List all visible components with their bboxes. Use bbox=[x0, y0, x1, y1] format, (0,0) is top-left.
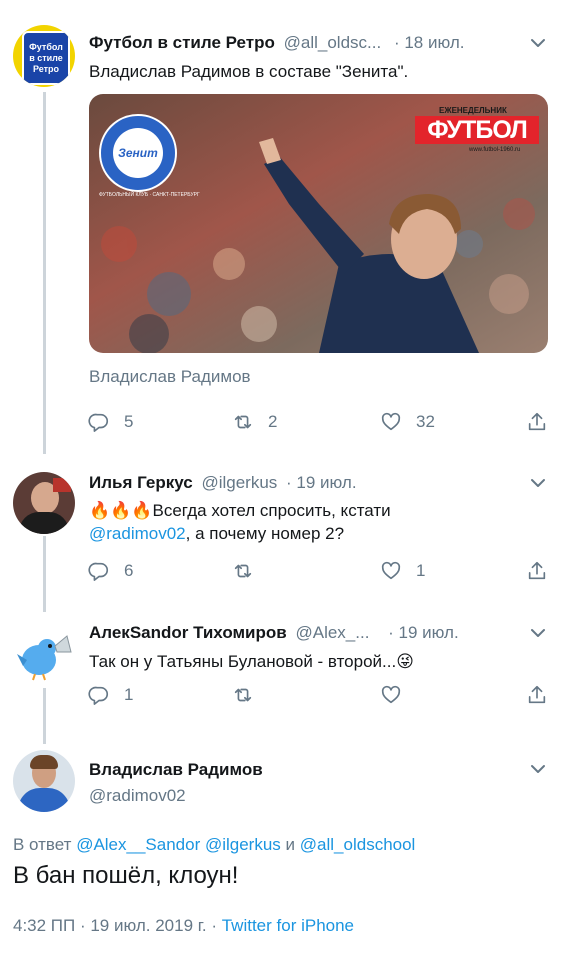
retweet-icon bbox=[234, 415, 252, 429]
tweet-text: В бан пошёл, клоун! bbox=[13, 862, 239, 889]
magazine-header: ЕЖЕНЕДЕЛЬНИК bbox=[439, 106, 507, 115]
like-button[interactable] bbox=[380, 680, 416, 710]
fire-emoji: 🔥🔥🔥 bbox=[89, 501, 153, 520]
tweet-text: Владислав Радимов в составе "Зенита". bbox=[89, 62, 409, 81]
author-handle[interactable]: @radimov02 bbox=[89, 786, 186, 805]
tweet-timestamp: 4:32 ПП · 19 июл. 2019 г. · Twitter for … bbox=[13, 916, 354, 936]
reply-to-link[interactable]: @all_oldschool bbox=[300, 835, 416, 854]
share-icon bbox=[528, 561, 546, 580]
reply-icon bbox=[88, 413, 109, 432]
reply-button[interactable]: 1 bbox=[88, 680, 133, 710]
share-button[interactable] bbox=[526, 680, 548, 710]
club-logo-ring: ФУТБОЛЬНЫЙ КЛУБ · САНКТ-ПЕТЕРБУРГ bbox=[99, 192, 200, 198]
reply-count: 6 bbox=[124, 561, 134, 580]
source-link[interactable]: Twitter for iPhone bbox=[222, 916, 354, 935]
magazine-url: www.futbol-1960.ru bbox=[469, 147, 521, 153]
reply-context: В ответ @Alex__Sandor @ilgerkus и @all_o… bbox=[13, 835, 415, 855]
retweet-icon bbox=[234, 564, 252, 578]
wink-emoji: 😜 bbox=[396, 652, 414, 671]
club-logo-text: Зенит bbox=[118, 146, 158, 160]
magazine-title: ФУТБОЛ bbox=[415, 116, 539, 144]
tweet-text-part: Всегда хотел спросить, кстати bbox=[152, 501, 391, 520]
avatar[interactable] bbox=[13, 622, 75, 684]
tweet-text-part: Так он у Татьяны Булановой - второй... bbox=[89, 652, 397, 671]
photo-caption: Владислав Радимов bbox=[89, 367, 251, 386]
author-handle[interactable]: @ilgerkus bbox=[201, 473, 277, 492]
chevron-down-icon[interactable] bbox=[527, 472, 549, 494]
author-name[interactable]: Владислав Радимов bbox=[89, 760, 263, 779]
heart-icon bbox=[381, 412, 401, 431]
tweet-gerkus[interactable]: Илья Геркус @ilgerkus · 19 июл. 🔥🔥🔥Всегд… bbox=[0, 460, 561, 610]
share-icon bbox=[528, 412, 546, 431]
share-button[interactable] bbox=[526, 407, 548, 437]
heart-icon bbox=[381, 561, 401, 580]
reply-icon bbox=[88, 562, 109, 581]
retweet-button[interactable] bbox=[232, 556, 268, 586]
reply-prefix: В ответ bbox=[13, 835, 72, 854]
author-name[interactable]: Футбол в стиле Ретро bbox=[89, 33, 275, 52]
tweet-photo[interactable]: Зенит ФУТБОЛЬНЫЙ КЛУБ · САНКТ-ПЕТЕРБУРГ … bbox=[89, 94, 548, 353]
reply-to-links[interactable]: @Alex__Sandor @ilgerkus bbox=[76, 835, 281, 854]
tweet-text: 🔥🔥🔥Всегда хотел спросить, кстати @radimo… bbox=[89, 499, 529, 545]
club-logo: Зенит bbox=[99, 114, 177, 192]
tweet-date[interactable]: · 18 июл. bbox=[394, 33, 465, 52]
tweet-text-part: , а почему номер 2? bbox=[185, 524, 345, 543]
reply-button[interactable]: 6 bbox=[88, 556, 133, 586]
avatar-text: Футбол bbox=[29, 41, 63, 52]
tweet-date[interactable]: · 19 июл. bbox=[388, 623, 459, 642]
main-tweet[interactable]: Владислав Радимов @radimov02 В ответ @Al… bbox=[0, 740, 561, 960]
chevron-down-icon[interactable] bbox=[527, 622, 549, 644]
share-icon bbox=[528, 685, 546, 704]
chevron-down-icon[interactable] bbox=[527, 32, 549, 54]
reply-count: 1 bbox=[124, 685, 134, 704]
heart-icon bbox=[381, 685, 401, 704]
tweet-retro[interactable]: Футбол в стиле Ретро Футбол в стиле Ретр… bbox=[0, 0, 561, 460]
share-button[interactable] bbox=[526, 556, 548, 586]
retweet-icon bbox=[234, 688, 252, 702]
avatar-text: в стиле bbox=[29, 52, 63, 63]
retweet-count: 2 bbox=[268, 412, 278, 431]
avatar[interactable] bbox=[13, 750, 75, 812]
retweet-button[interactable] bbox=[232, 680, 268, 710]
author-handle[interactable]: @all_oldsc... bbox=[284, 33, 382, 52]
reply-icon bbox=[88, 686, 109, 705]
mention-link[interactable]: @radimov02 bbox=[89, 524, 186, 543]
avatar[interactable] bbox=[13, 472, 75, 534]
reply-button[interactable]: 5 bbox=[88, 407, 133, 437]
like-button[interactable]: 1 bbox=[380, 556, 425, 586]
like-button[interactable]: 32 bbox=[380, 407, 435, 437]
like-count: 32 bbox=[416, 412, 435, 431]
chevron-down-icon[interactable] bbox=[527, 758, 549, 780]
retweet-button[interactable]: 2 bbox=[232, 407, 277, 437]
avatar-badge: Футбол в стиле Ретро bbox=[22, 31, 70, 85]
bird-megaphone-icon bbox=[17, 635, 72, 681]
avatar[interactable]: Футбол в стиле Ретро bbox=[13, 25, 75, 87]
timestamp[interactable]: 4:32 ПП · 19 июл. 2019 г. · bbox=[13, 916, 217, 935]
tweet-date[interactable]: · 19 июл. bbox=[286, 473, 357, 492]
reply-count: 5 bbox=[124, 412, 134, 431]
magazine-logo: ЕЖЕНЕДЕЛЬНИК ФУТБОЛ www.futbol-1960.ru bbox=[409, 102, 541, 162]
tweet-text: Так он у Татьяны Булановой - второй...😜 bbox=[89, 650, 414, 673]
reply-and: и bbox=[285, 835, 296, 854]
tweet-tikhomirov[interactable]: АлекSandor Тихомиров @Alex_... · 19 июл.… bbox=[0, 610, 561, 740]
author-name[interactable]: АлекSandor Тихомиров bbox=[89, 623, 287, 642]
avatar-text: Ретро bbox=[32, 63, 60, 74]
author-name[interactable]: Илья Геркус bbox=[89, 473, 193, 492]
author-handle[interactable]: @Alex_... bbox=[295, 623, 369, 642]
like-count: 1 bbox=[416, 561, 426, 580]
